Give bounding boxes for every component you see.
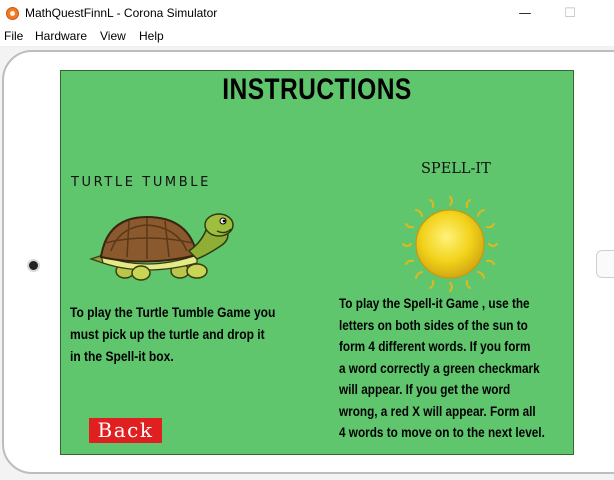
instruction-line: will appear. If you get the word [339,381,511,397]
instruction-line: letters on both sides of the sun to [339,316,528,333]
corona-simulator-icon [6,7,19,20]
instruction-line: a word correctly a green checkmark [339,359,540,376]
menu-bar: File Hardware View Help [0,28,614,47]
spell-it-instructions: To play the Spell-it Game , use the lett… [339,293,574,444]
instruction-line: To play the Turtle Tumble Game you [70,304,276,320]
turtle-instructions: To play the Turtle Tumble Game you must … [70,301,302,367]
menu-help[interactable]: Help [139,29,164,43]
menu-view[interactable]: View [100,29,126,43]
instruction-line: wrong, a red X will appear. Form all [339,402,536,419]
spell-it-title: SPELL-IT [421,161,491,177]
sun-icon [402,196,498,292]
minimize-button[interactable]: — [510,4,540,24]
instruction-line: form 4 different words. If you form [339,338,531,354]
maximize-button[interactable]: ☐ [555,4,585,24]
turtle-icon [89,213,234,281]
instruction-line: 4 words to move on to the next level. [339,424,545,440]
instruction-line: To play the Spell-it Game , use the [339,295,530,311]
device-side-button[interactable] [596,250,614,278]
instruction-line: in the Spell-it box. [70,348,174,364]
home-button-icon[interactable] [27,259,40,272]
instruction-line: must pick up the turtle and drop it [70,326,265,342]
turtle-tumble-title: TURTLE TUMBLE [71,175,211,190]
window-titlebar: MathQuestFinnL - Corona Simulator — ☐ [0,0,614,28]
menu-hardware[interactable]: Hardware [35,29,87,43]
window-title: MathQuestFinnL - Corona Simulator [25,6,218,20]
menu-file[interactable]: File [4,29,23,43]
back-button[interactable]: Back [89,418,162,443]
game-screen: INSTRUCTIONS TURTLE TUMBLE SPELL-IT To p… [60,70,574,455]
page-title: INSTRUCTIONS [222,73,412,106]
